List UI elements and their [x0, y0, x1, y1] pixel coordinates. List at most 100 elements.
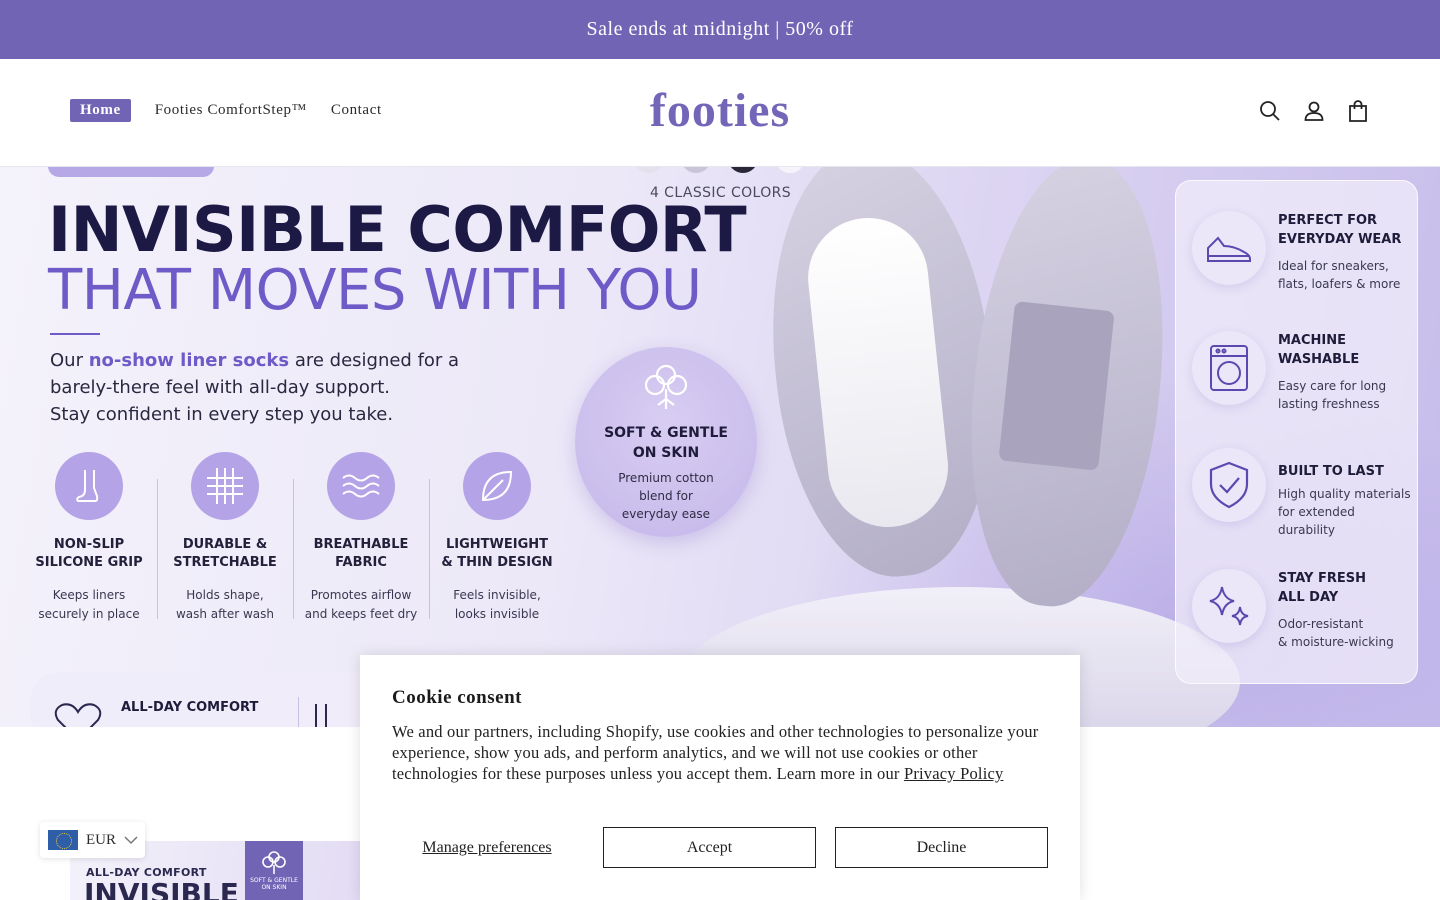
currency-selector[interactable]: EUR [40, 822, 145, 858]
cookie-body: We and our partners, including Shopify, … [392, 721, 1048, 784]
feature-desc-2a: Holds shape, [186, 588, 264, 602]
soft-desc-2: blend for [639, 489, 693, 503]
cotton-icon [644, 364, 688, 409]
announcement-text: Sale ends at midnight | 50% off [586, 18, 854, 40]
sparkle-icon [1192, 569, 1266, 643]
color-swatch-2 [681, 167, 711, 173]
cookie-title: Cookie consent [392, 687, 522, 708]
benefit-desc-2a: Easy care for long [1278, 379, 1387, 393]
logo[interactable]: footies [650, 84, 790, 137]
waves-icon [327, 452, 395, 520]
desc-highlight: no-show liner socks [88, 350, 290, 371]
feature-durable: DURABLE & STRETCHABLE Holds shape, wash af… [157, 452, 293, 624]
feature-desc-3b: and keeps feet dry [304, 607, 418, 621]
feature-title-2b: STRETCHABLE [173, 555, 277, 570]
benefit-title-1b: EVERYDAY WEAR [1278, 232, 1402, 247]
desc-line2: barely-there feel with all-day support. [50, 377, 391, 398]
desc-line3: Stay confident in every step you take. [50, 404, 394, 425]
feature-title-3b: FABRIC [335, 555, 387, 570]
all-day-comfort-strip: ALL-DAY COMFORT [30, 672, 390, 727]
color-swatch-3 [728, 167, 758, 173]
nav-contact[interactable]: Contact [331, 102, 382, 119]
eu-flag-icon [48, 830, 78, 850]
sock-icon [314, 704, 327, 727]
announcement-bar: Sale ends at midnight | 50% off [0, 0, 1440, 59]
benefit-desc-2b: lasting freshness [1278, 397, 1380, 411]
soft-title-2: ON SKIN [632, 445, 700, 461]
color-swatch-1 [634, 167, 664, 173]
thumb-line2: INVISIBLE [84, 877, 239, 900]
chevron-down-icon [124, 836, 138, 845]
hero-title: INVISIBLE COMFORT [48, 193, 747, 266]
benefits-panel: PERFECT FOR EVERYDAY WEAR Ideal for sneak… [1175, 180, 1418, 684]
soft-title-1: SOFT & GENTLE [604, 425, 728, 441]
feature-desc-1a: Keeps liners [52, 588, 126, 602]
main-nav: Home Footies ComfortStep™ Contact [70, 99, 382, 122]
cotton-icon [262, 851, 286, 874]
all-day-comfort-label: ALL-DAY COMFORT [121, 700, 259, 715]
benefit-desc-4b: & moisture-wicking [1278, 635, 1394, 649]
feature-title-1a: NON-SLIP [53, 537, 125, 552]
site-header: Home Footies ComfortStep™ Contact footie… [0, 59, 1440, 167]
soft-desc-1: Premium cotton [618, 471, 714, 485]
feature-desc-2b: wash after wash [175, 607, 275, 621]
soft-desc-3: everyday ease [621, 507, 711, 521]
feature-desc-3a: Promotes airflow [310, 588, 412, 602]
hero-banner[interactable]: 4 CLASSIC COLORS INVISIBLE COMFORT THAT … [0, 167, 1440, 727]
cookie-actions: Manage preferences Accept Decline [392, 827, 1048, 868]
thumb-badge-1: SOFT & GENTLE [250, 877, 298, 884]
cookie-consent-dialog: Cookie consent We and our partners, incl… [360, 655, 1080, 900]
hero-subtitle: THAT MOVES WITH YOU [48, 258, 702, 323]
thumb-badge: SOFT & GENTLE ON SKIN [245, 841, 303, 900]
manage-preferences-button[interactable]: Manage preferences [392, 827, 582, 868]
leaf-icon [463, 452, 531, 520]
nav-comfortstep[interactable]: Footies ComfortStep™ [155, 102, 307, 119]
hero-description: Our no-show liner socks are designed for… [50, 347, 490, 428]
benefit-title-3: BUILT TO LAST [1278, 464, 1384, 479]
strip-divider [298, 697, 299, 727]
benefit-desc-1a: Ideal for sneakers, [1278, 259, 1389, 273]
feature-desc-4b: looks invisible [454, 607, 540, 621]
benefit-title-4b: ALL DAY [1278, 590, 1339, 605]
washing-machine-icon [1192, 331, 1266, 405]
desc-line1-rest: are designed for a [289, 350, 460, 371]
foot-icon [55, 452, 123, 520]
accept-button[interactable]: Accept [603, 827, 816, 868]
feature-nonslip: NON-SLIP SILICONE GRIP Keeps liners secure… [21, 452, 157, 624]
privacy-policy-link[interactable]: Privacy Policy [904, 764, 1004, 783]
account-icon[interactable] [1302, 99, 1326, 123]
sneaker-icon [1192, 211, 1266, 285]
feature-desc-1b: securely in place [38, 607, 140, 621]
benefit-title-2a: MACHINE [1278, 333, 1347, 348]
benefit-title-1a: PERFECT FOR [1278, 213, 1378, 228]
benefit-desc-3b: for extended durability [1278, 505, 1355, 537]
feature-title-4b: & THIN DESIGN [441, 555, 553, 570]
color-swatch-4 [775, 167, 805, 173]
search-icon[interactable] [1258, 99, 1282, 123]
feature-desc-4a: Feels invisible, [453, 588, 541, 602]
soft-gentle-badge: SOFT & GENTLE ON SKIN Premium cotton blend… [575, 347, 757, 537]
benefit-desc-1b: flats, loafers & more [1278, 277, 1401, 291]
thumb-badge-2: ON SKIN [261, 884, 287, 891]
heart-icon [54, 703, 102, 727]
hero-top-badge [48, 167, 214, 177]
feature-lightweight: LIGHTWEIGHT & THIN DESIGN Feels invisible… [429, 452, 565, 624]
feature-breathable: BREATHABLE FABRIC Promotes airflow and kee… [293, 452, 429, 624]
benefit-desc-3a: High quality materials [1278, 487, 1411, 501]
benefit-title-2b: WASHABLE [1278, 352, 1360, 367]
feature-title-4a: LIGHTWEIGHT [445, 537, 548, 552]
header-icons [1258, 99, 1370, 123]
benefit-desc-4a: Odor-resistant [1278, 617, 1364, 631]
desc-prefix: Our [50, 350, 89, 371]
mesh-icon [191, 452, 259, 520]
feature-title-3a: BREATHABLE [313, 537, 409, 552]
shield-check-icon [1192, 448, 1266, 522]
hero-rule [50, 333, 100, 335]
feature-title-1b: SILICONE GRIP [35, 555, 143, 570]
decline-button[interactable]: Decline [835, 827, 1048, 868]
cart-icon[interactable] [1346, 99, 1370, 123]
nav-home[interactable]: Home [70, 99, 131, 122]
benefit-title-4a: STAY FRESH [1278, 571, 1366, 586]
currency-code: EUR [86, 831, 116, 848]
feature-title-2a: DURABLE & [182, 537, 268, 552]
